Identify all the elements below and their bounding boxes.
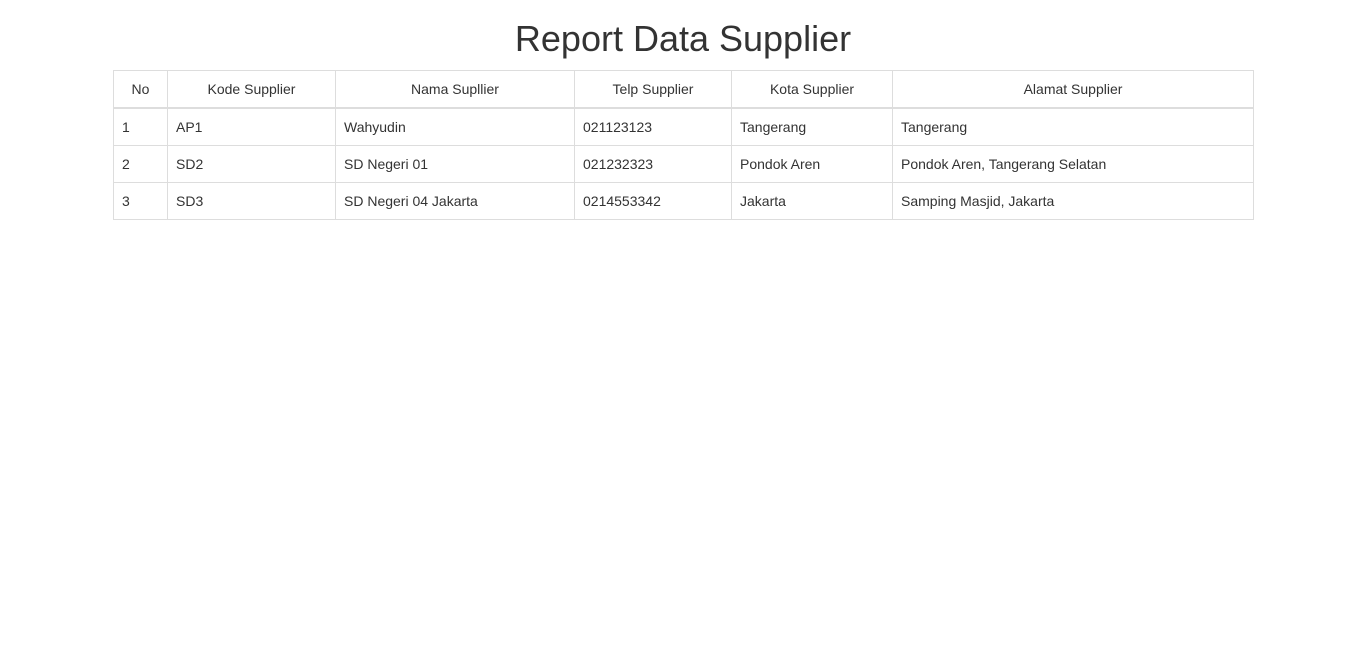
cell-kota-supplier: Pondok Aren: [731, 145, 893, 183]
cell-no: 3: [113, 182, 168, 220]
cell-kota-supplier: Tangerang: [731, 107, 893, 146]
header-nama-supplier: Nama Supllier: [335, 70, 575, 109]
cell-kota-supplier: Jakarta: [731, 182, 893, 220]
cell-alamat-supplier: Samping Masjid, Jakarta: [892, 182, 1254, 220]
cell-no: 1: [113, 107, 168, 146]
cell-alamat-supplier: Tangerang: [892, 107, 1254, 146]
supplier-table: No Kode Supplier Nama Supllier Telp Supp…: [113, 70, 1254, 220]
header-kode-supplier: Kode Supplier: [167, 70, 336, 109]
table-row: 2 SD2 SD Negeri 01 021232323 Pondok Aren…: [113, 145, 1254, 183]
table-row: 3 SD3 SD Negeri 04 Jakarta 0214553342 Ja…: [113, 182, 1254, 220]
cell-telp-supplier: 0214553342: [574, 182, 732, 220]
header-row: No Kode Supplier Nama Supllier Telp Supp…: [113, 70, 1254, 109]
cell-nama-supplier: SD Negeri 04 Jakarta: [335, 182, 575, 220]
cell-alamat-supplier: Pondok Aren, Tangerang Selatan: [892, 145, 1254, 183]
header-kota-supplier: Kota Supplier: [731, 70, 893, 109]
cell-nama-supplier: SD Negeri 01: [335, 145, 575, 183]
cell-kode-supplier: SD3: [167, 182, 336, 220]
cell-kode-supplier: AP1: [167, 107, 336, 146]
header-alamat-supplier: Alamat Supplier: [892, 70, 1254, 109]
table-header: No Kode Supplier Nama Supllier Telp Supp…: [113, 70, 1254, 109]
table-row: 1 AP1 Wahyudin 021123123 Tangerang Tange…: [113, 107, 1254, 146]
cell-no: 2: [113, 145, 168, 183]
table-body: 1 AP1 Wahyudin 021123123 Tangerang Tange…: [113, 107, 1254, 220]
cell-telp-supplier: 021232323: [574, 145, 732, 183]
cell-kode-supplier: SD2: [167, 145, 336, 183]
header-telp-supplier: Telp Supplier: [574, 70, 732, 109]
report-page: Report Data Supplier No Kode Supplier Na…: [0, 0, 1366, 654]
cell-telp-supplier: 021123123: [574, 107, 732, 146]
page-title: Report Data Supplier: [514, 18, 852, 59]
header-no: No: [113, 70, 168, 109]
cell-nama-supplier: Wahyudin: [335, 107, 575, 146]
